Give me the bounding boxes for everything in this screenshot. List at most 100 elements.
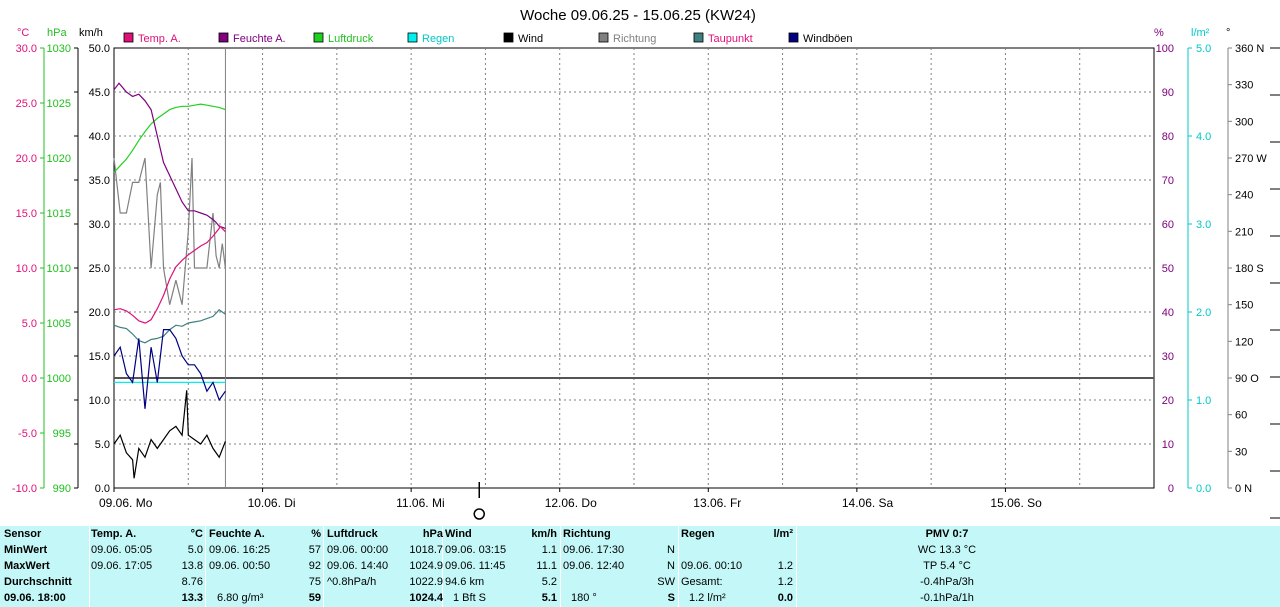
table-cell-value: 1.1 xyxy=(541,544,557,556)
legend-label-temp: Temp. A. xyxy=(138,33,181,45)
table-cell-value: 1024.9 xyxy=(409,560,443,572)
tick-regen: 2.0 xyxy=(1196,307,1211,319)
table-cell-value: 5.2 xyxy=(541,576,557,588)
legend-swatch-regen xyxy=(407,32,418,43)
x-tick-label: 14.06. Sa xyxy=(842,496,894,510)
tick-temp: 15.0 xyxy=(16,208,37,220)
table-cell: 09.06. 00:10 xyxy=(681,560,743,572)
tick-wind: 25.0 xyxy=(89,263,110,275)
table-cell-value: 13.8 xyxy=(181,560,203,572)
table-cell: PMV 0:7 xyxy=(925,528,969,540)
table-row: WC 13.3 °C xyxy=(797,542,1097,558)
table-cell: 09.06. 00:50 xyxy=(209,560,271,572)
table-separator xyxy=(323,526,324,607)
x-tick-label: 10.06. Di xyxy=(248,496,296,510)
table-separator xyxy=(678,526,679,607)
time-marker-circle xyxy=(473,508,485,520)
legend-swatch-richtung xyxy=(598,32,609,43)
series-taupunkt xyxy=(113,309,226,344)
table-row: MaxWert xyxy=(4,558,88,574)
tick-feuchte: 40 xyxy=(1162,307,1174,319)
table-cell: MaxWert xyxy=(4,560,50,572)
table-row: 13.3 xyxy=(91,590,203,606)
tick-wind: 35.0 xyxy=(89,175,110,187)
tick-feuchte: 30 xyxy=(1162,351,1174,363)
tick-temp: 0.0 xyxy=(22,373,37,385)
axis-unit-richtung: ° xyxy=(1226,27,1230,39)
table-row: -0.1hPa/1h xyxy=(797,590,1097,606)
table-row: TP 5.4 °C xyxy=(797,558,1097,574)
legend-swatch-taupunkt xyxy=(693,32,704,43)
table-cell: 09.06. 18:00 xyxy=(4,592,66,604)
table-cell-value: °C xyxy=(190,528,203,540)
x-tick-label: 13.06. Fr xyxy=(693,496,741,510)
chart-title: Woche 09.06.25 - 15.06.25 (KW24) xyxy=(520,7,756,24)
x-tick-label: 15.06. So xyxy=(990,496,1042,510)
table-cell-value: km/h xyxy=(531,528,557,540)
table-row: 09.06. 03:15 1.1 xyxy=(445,542,557,558)
legend-swatch-feuchte xyxy=(218,32,229,43)
axes: °C 30.0 25.0 20.0 15.0 10.0 5.0 0.0 -5.0 -10.0 hPa… xyxy=(12,27,1280,519)
table-cell-value: hPa xyxy=(422,528,443,540)
tick-wind: 40.0 xyxy=(89,131,110,143)
stats-table: Sensor MinWert MaxWert Durchschnitt 09.06. 1… xyxy=(0,526,1280,607)
table-row: 09.06. 17:30 N xyxy=(563,542,675,558)
tick-temp: -5.0 xyxy=(18,428,37,440)
tick-temp: 25.0 xyxy=(16,98,37,110)
table-cell: Durchschnitt xyxy=(4,576,72,588)
table-cell: 6.80 g/m³ xyxy=(217,592,264,604)
legend: Temp. A. Feuchte A. Luftdruck Regen Wind Rich… xyxy=(123,32,853,45)
series-windboeen xyxy=(113,329,226,409)
legend-label-richtung: Richtung xyxy=(613,33,656,45)
tick-temp: -10.0 xyxy=(12,483,37,495)
series-wind xyxy=(113,390,226,479)
table-row: ^0.8hPa/h 1022.9 xyxy=(327,574,443,590)
table-cell: 09.06. 12:40 xyxy=(563,560,625,572)
legend-label-wind: Wind xyxy=(518,33,543,45)
table-cell-value: 1022.9 xyxy=(409,576,443,588)
legend-swatch-temp xyxy=(123,32,134,43)
table-column-richtung: Richtung 09.06. 17:30 N 09.06. 12:40 N SW 180 … xyxy=(563,526,675,607)
legend-label-luftdruck: Luftdruck xyxy=(328,33,374,45)
table-cell-value: 92 xyxy=(308,560,321,572)
table-row: 09.06. 11:45 11.1 xyxy=(445,558,557,574)
table-row: 1.2 l/m² 0.0 xyxy=(681,590,793,606)
table-row: 1024.4 xyxy=(327,590,443,606)
table-cell: 09.06. 14:40 xyxy=(327,560,389,572)
tick-feuchte: 70 xyxy=(1162,175,1174,187)
table-cell: Sensor xyxy=(4,528,42,540)
tick-feuchte: 90 xyxy=(1162,87,1174,99)
tick-richtung: 60 xyxy=(1235,410,1247,422)
legend-swatch-windboeen xyxy=(788,32,799,43)
tick-richtung: 330 xyxy=(1235,80,1253,92)
tick-richtung: 30 xyxy=(1235,446,1247,458)
table-cell-value: 5.1 xyxy=(541,592,557,604)
table-row: 75 xyxy=(209,574,321,590)
tick-wind: 50.0 xyxy=(89,43,110,55)
table-column-sensor: Sensor MinWert MaxWert Durchschnitt 09.06. 1… xyxy=(4,526,88,607)
table-row: PMV 0:7 xyxy=(797,526,1097,542)
table-row: Wind km/h xyxy=(445,526,557,542)
table-row: SW xyxy=(563,574,675,590)
tick-feuchte: 50 xyxy=(1162,263,1174,275)
tick-wind: 20.0 xyxy=(89,307,110,319)
grid xyxy=(114,48,1154,488)
table-cell: Richtung xyxy=(563,528,611,540)
table-cell: TP 5.4 °C xyxy=(923,560,971,572)
table-cell: 09.06. 05:05 xyxy=(91,544,153,556)
table-separator xyxy=(560,526,561,607)
tick-regen: 0.0 xyxy=(1196,483,1211,495)
table-row xyxy=(681,542,793,558)
table-row: Temp. A. °C xyxy=(91,526,203,542)
table-row: 8.76 xyxy=(91,574,203,590)
axis-unit-luftdruck: hPa xyxy=(47,27,67,39)
legend-label-windboeen: Windböen xyxy=(803,33,853,45)
series-layer xyxy=(113,82,226,479)
table-row: 1 Bft S 5.1 xyxy=(445,590,557,606)
tick-luftdruck: 1015 xyxy=(47,208,71,220)
tick-feuchte: 100 xyxy=(1156,43,1174,55)
tick-luftdruck: 1020 xyxy=(47,153,71,165)
table-row: MinWert xyxy=(4,542,88,558)
table-column-luftdruck: Luftdruck hPa 09.06. 00:00 1018.7 09.06. 14:… xyxy=(327,526,443,607)
tick-temp: 5.0 xyxy=(22,318,37,330)
